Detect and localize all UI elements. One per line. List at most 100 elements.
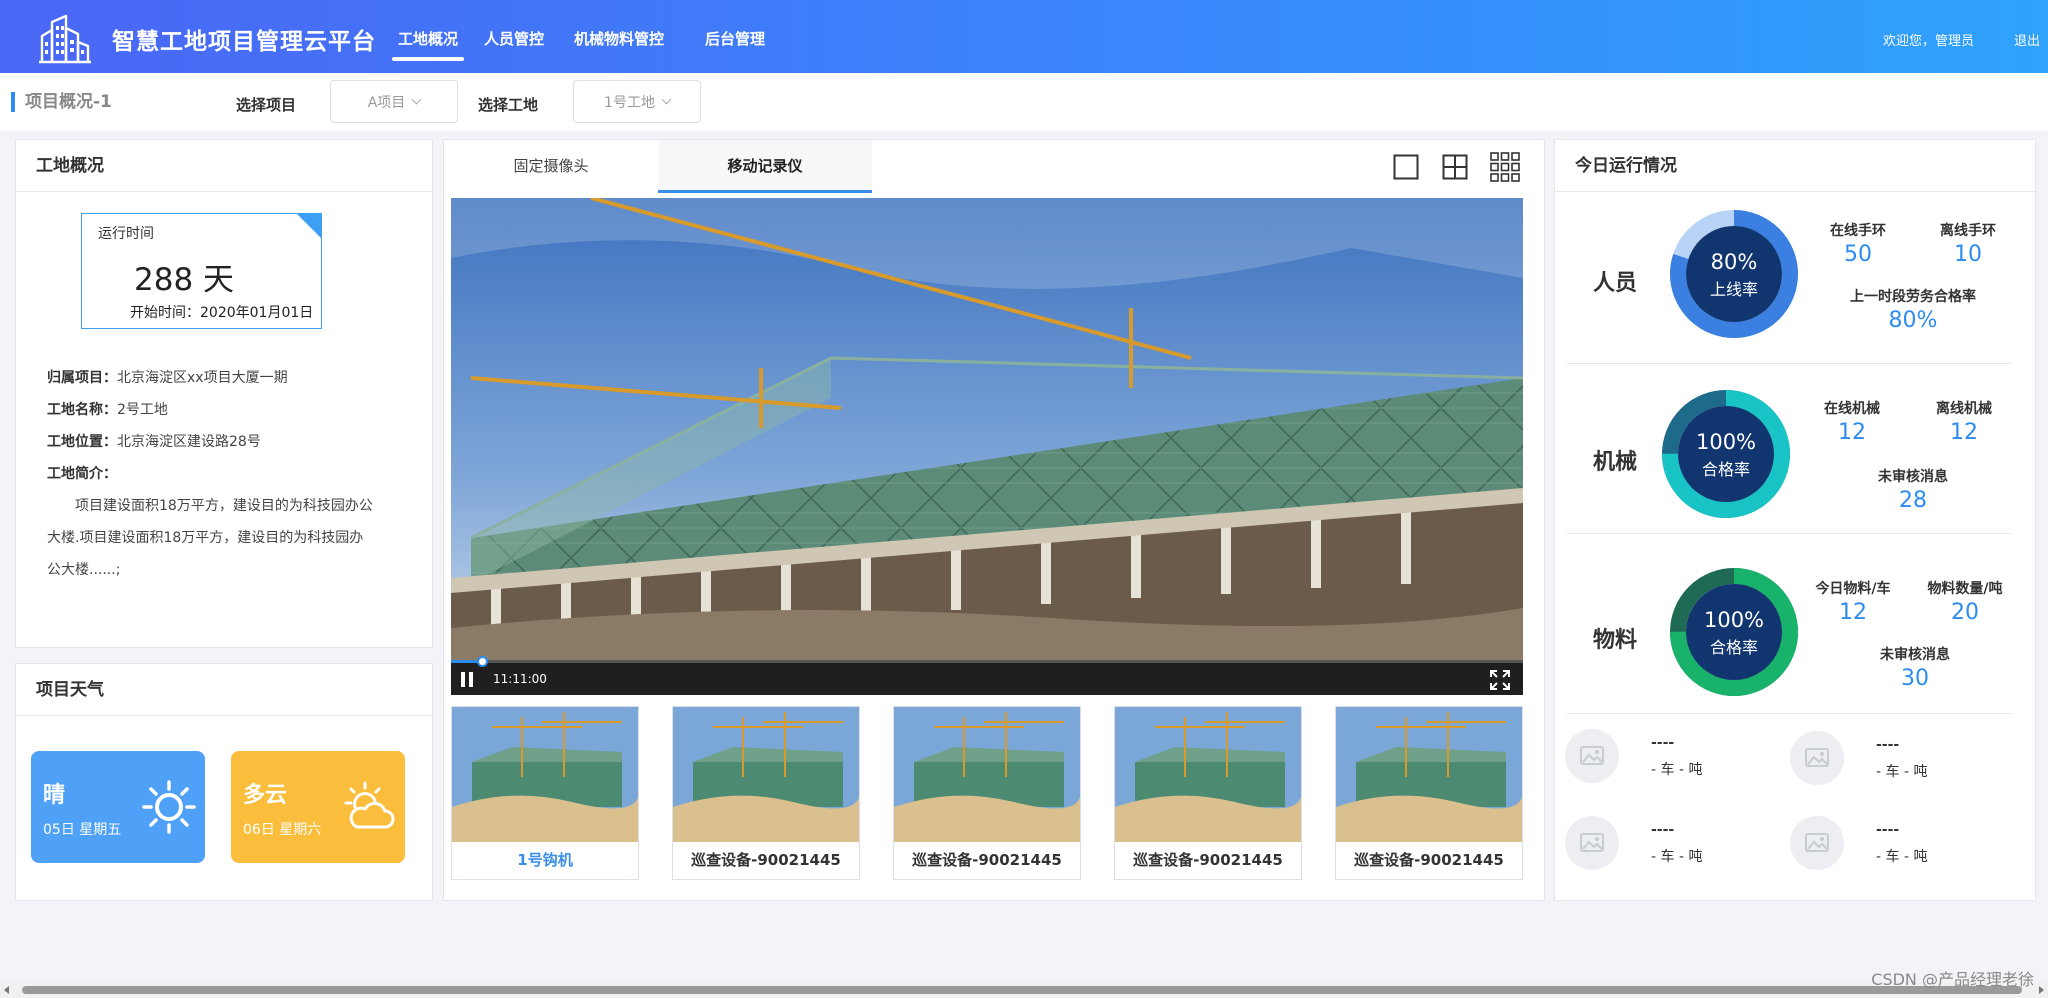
site-filter-label: 选择工地 xyxy=(478,96,539,114)
info-key: 工地名称： xyxy=(47,402,117,418)
horizontal-scrollbar[interactable] xyxy=(0,982,2048,998)
thumbnail-label: 巡查设备-90021445 xyxy=(691,851,841,869)
nav-machinery-materials[interactable]: 机械物料管控 xyxy=(574,28,664,49)
weather-date: 06日 星期六 xyxy=(243,822,322,838)
image-placeholder-icon xyxy=(1565,816,1619,870)
metric: 未审核消息 30 xyxy=(1813,644,2017,691)
stat-category: 物料 xyxy=(1593,628,1638,653)
project-select-value: A项目 xyxy=(367,94,406,111)
machinery-ring-chart xyxy=(1662,390,1790,518)
info-key: 工地位置： xyxy=(47,434,117,450)
ring-label: 合格率 xyxy=(1709,638,1758,657)
materials-stats: 物料 100% 合格率 今日物料/车 12 物料数量/吨 20 未审核消息 30 xyxy=(1555,548,2021,720)
device-item[interactable]: ---- - 车 - 吨 xyxy=(1565,816,1785,876)
nine-layout-icon[interactable] xyxy=(1490,152,1520,182)
top-header: 智慧工地项目管理云平台 工地概况 人员管控 机械物料管控 后台管理 欢迎您，管理… xyxy=(0,0,2048,73)
personnel-stats: 人员 80% 上线率 在线手环 50 离线手环 10 上一时段劳务合格率 80% xyxy=(1555,196,2021,366)
metric-value: 80% xyxy=(1888,308,1938,333)
scroll-left-arrow-icon[interactable] xyxy=(4,986,9,994)
device-name: ---- xyxy=(1876,737,1900,753)
nav-admin[interactable]: 后台管理 xyxy=(705,28,765,49)
scroll-right-arrow-icon[interactable] xyxy=(2039,986,2044,994)
metric-value: 20 xyxy=(1951,600,1979,625)
pause-icon[interactable] xyxy=(461,672,473,687)
metric-label: 物料数量/吨 xyxy=(1927,581,2003,597)
divider xyxy=(1567,533,2011,534)
tab-mobile-recorder[interactable]: 移动记录仪 xyxy=(658,140,872,193)
materials-ring-chart xyxy=(1670,568,1798,696)
thumbnail-label: 巡查设备-90021445 xyxy=(1133,851,1283,869)
device-item[interactable]: ---- - 车 - 吨 xyxy=(1565,729,1785,789)
thumbnail-image xyxy=(894,707,1080,842)
image-placeholder-icon xyxy=(1565,729,1619,783)
weather-panel: 项目天气 晴 05日 星期五 多云 06日 星期六 xyxy=(15,663,433,901)
progress-handle[interactable] xyxy=(477,656,489,667)
metric: 未审核消息 28 xyxy=(1811,466,2015,513)
ring-value: 80% xyxy=(1710,250,1758,274)
metric-label: 今日物料/车 xyxy=(1815,581,1891,597)
info-value: 北京海淀区建设路28号 xyxy=(117,434,261,450)
metric-label: 在线机械 xyxy=(1824,401,1880,417)
device-values: - 车 - 吨 xyxy=(1651,849,1703,865)
machinery-stats: 机械 100% 合格率 在线机械 12 离线机械 12 未审核消息 28 xyxy=(1555,374,2021,546)
stat-category: 人员 xyxy=(1593,271,1638,296)
building-logo-icon xyxy=(39,14,91,64)
metric-label: 未审核消息 xyxy=(1880,647,1950,663)
chevron-down-icon xyxy=(661,94,672,105)
breadcrumb: 项目概况-1 xyxy=(11,92,112,112)
thumbnail-label: 1号钩机 xyxy=(517,851,573,869)
construction-site-video-frame xyxy=(451,198,1523,663)
metric-value: 12 xyxy=(1838,420,1866,445)
ring-label: 上线率 xyxy=(1709,280,1758,299)
video-thumbnail[interactable]: 巡查设备-90021445 xyxy=(893,706,1081,880)
scrollbar-thumb[interactable] xyxy=(22,986,2022,994)
logout-link[interactable]: 退出 xyxy=(2014,30,2040,49)
metric-label: 未审核消息 xyxy=(1878,469,1948,485)
quad-layout-icon[interactable] xyxy=(1442,154,1468,180)
video-player[interactable]: 11:11:00 xyxy=(451,198,1523,695)
image-placeholder-icon xyxy=(1790,731,1844,785)
weather-condition: 多云 xyxy=(243,783,288,808)
app-title: 智慧工地项目管理云平台 xyxy=(112,29,376,55)
metric-label: 离线机械 xyxy=(1936,401,1992,417)
runtime-label: 运行时间 xyxy=(98,226,154,242)
corner-decoration xyxy=(297,214,321,238)
project-select[interactable]: A项目 xyxy=(330,80,458,123)
metric-value: 10 xyxy=(1954,242,1982,267)
site-info: 归属项目：北京海淀区xx项目大厦一期 工地名称：2号工地 工地位置：北京海淀区建… xyxy=(47,362,377,586)
runtime-card: 运行时间 288 天 开始时间：2020年01月01日 xyxy=(81,213,322,329)
panel-title: 工地概况 xyxy=(16,140,432,192)
info-value: 2号工地 xyxy=(117,402,168,418)
runtime-value: 288 天 xyxy=(134,262,235,298)
video-progress-bar[interactable] xyxy=(451,656,1523,667)
video-thumbnail[interactable]: 1号钩机 xyxy=(451,706,639,880)
video-thumbnail[interactable]: 巡查设备-90021445 xyxy=(672,706,860,880)
fullscreen-icon[interactable] xyxy=(1489,669,1511,691)
info-value: 北京海淀区xx项目大厦一期 xyxy=(117,370,288,386)
metric-label: 上一时段劳务合格率 xyxy=(1850,289,1976,305)
video-thumbnail[interactable]: 巡查设备-90021445 xyxy=(1335,706,1523,880)
start-time: 开始时间：2020年01月01日 xyxy=(130,305,314,321)
device-item[interactable]: ---- - 车 - 吨 xyxy=(1790,731,2010,791)
single-layout-icon[interactable] xyxy=(1393,154,1419,180)
weather-card: 多云 06日 星期六 xyxy=(231,751,405,863)
panel-title: 今日运行情况 xyxy=(1555,140,2035,192)
site-select-value: 1号工地 xyxy=(604,94,655,111)
site-select[interactable]: 1号工地 xyxy=(573,80,701,123)
panel-title: 项目天气 xyxy=(16,664,432,716)
nav-personnel[interactable]: 人员管控 xyxy=(484,28,544,49)
metric-label: 离线手环 xyxy=(1940,223,1996,239)
video-time: 11:11:00 xyxy=(493,672,547,686)
site-intro-text: 项目建设面积18万平方，建设目的为科技园办公大楼.项目建设面积18万平方，建设目… xyxy=(47,498,373,578)
watermark: CSDN @产品经理老徐 xyxy=(1871,970,2034,989)
cloudy-icon xyxy=(344,781,395,829)
device-item[interactable]: ---- - 车 - 吨 xyxy=(1790,816,2010,876)
tab-fixed-camera[interactable]: 固定摄像头 xyxy=(444,140,658,193)
metric: 在线手环 50 xyxy=(1811,220,1905,267)
nav-site-overview[interactable]: 工地概况 xyxy=(391,28,465,61)
welcome-text: 欢迎您，管理员 xyxy=(1882,34,1974,49)
divider xyxy=(1567,713,2011,714)
video-thumbnail[interactable]: 巡查设备-90021445 xyxy=(1114,706,1302,880)
personnel-ring-chart xyxy=(1670,210,1798,338)
metric: 离线手环 10 xyxy=(1921,220,2015,267)
